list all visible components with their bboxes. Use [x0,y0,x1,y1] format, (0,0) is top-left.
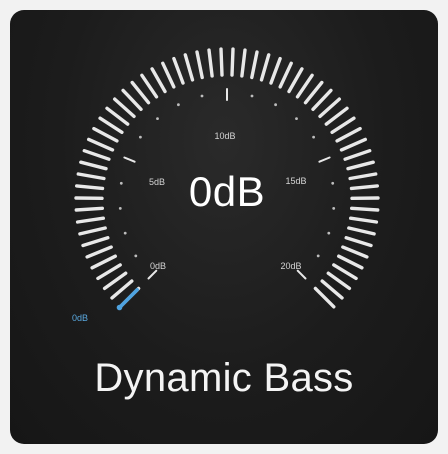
major-scale-dash [318,156,331,163]
outer-tick [269,56,282,85]
outer-tick [347,226,376,236]
dial-min-label: 0dB [72,313,88,323]
scale-label-20db: 20dB [280,261,301,271]
scale-label-0db: 0dB [150,261,166,271]
outer-tick [78,226,107,236]
outer-tick [195,50,204,80]
outer-tick [219,47,224,77]
outer-tick [130,80,151,105]
outer-tick [337,254,364,270]
outer-tick [332,263,358,281]
outer-tick [96,263,122,281]
outer-tick [207,48,214,78]
current-value-readout: 0dB [189,168,265,215]
outer-tick [105,106,130,126]
outer-tick [295,73,314,99]
outer-tick [330,116,356,135]
outer-tick [349,216,379,224]
outer-tick [320,279,344,300]
major-scale-dash [123,156,136,163]
outer-tick [346,160,375,171]
minor-scale-dot [123,231,127,235]
outer-tick [311,88,333,112]
outer-tick [82,148,111,161]
outer-tick [140,73,159,99]
scale-label-10db: 10dB [214,131,235,141]
outer-tick [110,279,134,300]
outer-tick [90,254,118,270]
screenshot-frame: 0dB 0dB 5dB 10dB 15dB 20dB 0dB Dynamic B… [0,0,448,454]
outer-tick [76,172,106,181]
outer-tick [350,206,380,212]
minor-scale-dot [119,181,123,185]
minor-scale-dot [316,254,320,258]
control-title: Dynamic Bass [94,356,354,400]
outer-tick [92,126,119,143]
outer-tick [102,271,128,291]
outer-tick [98,116,124,135]
outer-tick [240,48,247,78]
outer-tick [324,106,349,126]
outer-tick [303,80,324,105]
minor-scale-dot [200,94,204,98]
outer-tick [74,206,105,212]
outer-tick [161,61,176,89]
outer-tick [278,61,293,89]
outer-tick [339,137,367,152]
outer-tick [74,184,105,191]
minor-scale-dot [274,103,277,107]
outer-tick [112,97,136,119]
outer-tick [318,97,341,119]
outer-tick [344,235,373,248]
minor-scale-dot [331,181,335,185]
outer-tick [313,286,336,309]
minor-scale-dot [295,117,298,120]
minor-scale-dot [118,207,122,210]
minor-scale-dot [139,135,142,139]
minor-scale-dot [156,117,159,120]
outer-tick [348,172,378,181]
major-scale-dash [296,269,307,280]
outer-tick [341,245,369,259]
minor-scale-dot [177,103,180,107]
minor-scale-dot [312,135,315,139]
outer-tick [172,56,185,85]
outer-tick [335,126,362,143]
outer-tick [85,245,113,259]
minor-scale-dot [332,207,336,210]
outer-tick [343,148,372,161]
outer-tick [349,184,379,191]
scale-label-5db: 5dB [149,177,165,187]
level-needle-tip [116,304,123,311]
outer-tick [150,67,167,94]
outer-tick [75,216,106,224]
major-scale-dash [147,269,158,280]
minor-scale-dot [134,254,138,258]
outer-tick [250,50,259,80]
level-needle [117,287,139,310]
scale-label-15db: 15dB [285,176,306,186]
outer-tick [230,47,235,77]
minor-scale-dot [250,94,254,98]
outer-tick [81,235,110,248]
outer-tick [183,53,195,82]
outer-tick [259,53,271,82]
outer-tick [287,67,304,94]
outer-tick [121,88,143,112]
outer-tick [86,137,115,152]
outer-tick [326,271,352,291]
outer-tick [79,160,108,171]
minor-scale-dot [327,231,331,235]
